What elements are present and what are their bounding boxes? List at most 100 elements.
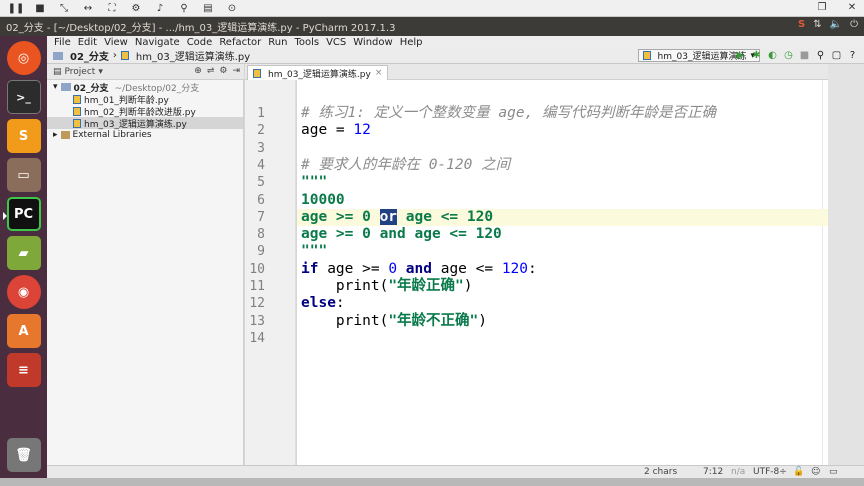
sublime-icon[interactable]: S: [6, 119, 41, 153]
chevron-down-icon[interactable]: ▾: [98, 67, 103, 77]
input-method-icon[interactable]: S: [798, 19, 805, 30]
code-line[interactable]: 10000: [297, 192, 828, 209]
code-line[interactable]: """: [297, 243, 828, 260]
code-line[interactable]: # 要求人的年龄在 0-120 之间: [297, 157, 828, 174]
network-icon[interactable]: ⇅: [813, 19, 821, 30]
code-line[interactable]: age = 12: [297, 122, 828, 139]
python-file-icon: [120, 51, 129, 60]
terminal-icon[interactable]: >_: [6, 80, 41, 114]
project-view-select[interactable]: Project: [65, 67, 96, 77]
pin-icon[interactable]: ⚲: [176, 2, 192, 15]
stop-icon[interactable]: ■: [32, 2, 48, 15]
settings-icon[interactable]: ⚙: [219, 66, 227, 76]
menu-run[interactable]: Run: [268, 37, 287, 48]
line-number: 14: [249, 330, 265, 346]
files-icon[interactable]: ▭: [6, 158, 41, 192]
inspector-icon[interactable]: ☺: [811, 467, 820, 477]
code-line[interactable]: print("年龄不正确"): [297, 313, 828, 330]
move-icon[interactable]: ↔: [80, 2, 96, 15]
mic-icon[interactable]: ♪: [152, 2, 168, 15]
chevron-right-icon[interactable]: ▸: [53, 130, 58, 140]
copy-icon[interactable]: ❐: [814, 1, 830, 14]
tree-file-selected[interactable]: hm_03_逻辑运算演练.py: [47, 117, 243, 130]
code-line[interactable]: # 练习1: 定义一个整数变量 age, 编写代码判断年龄是否正确: [297, 105, 828, 122]
help-icon[interactable]: ?: [847, 49, 858, 61]
code-line[interactable]: [297, 330, 828, 347]
code-line[interactable]: """: [297, 174, 828, 191]
editor-tab[interactable]: hm_03_逻辑运算演练.py ×: [247, 65, 389, 80]
code-token: :: [335, 295, 345, 312]
line-number: 10: [249, 261, 265, 277]
book-icon[interactable]: ▰: [6, 236, 41, 270]
menu-help[interactable]: Help: [400, 37, 423, 48]
status-caret-position[interactable]: 7:12: [703, 467, 723, 477]
ubuntu-logo-icon[interactable]: ◎: [6, 41, 41, 75]
menu-window[interactable]: Window: [353, 37, 392, 48]
power-icon[interactable]: ⏻: [850, 19, 858, 30]
coverage-icon[interactable]: ◐: [767, 49, 778, 61]
code-line[interactable]: age >= 0 and age <= 120: [297, 226, 828, 243]
volume-icon[interactable]: 🔈: [830, 19, 842, 30]
breadcrumb-file[interactable]: hm_03_逻辑运算演练.py: [136, 48, 250, 63]
text-editor-icon[interactable]: ≡: [6, 353, 41, 387]
line-number: 7: [257, 209, 265, 225]
lock-icon[interactable]: 🔓: [793, 467, 804, 477]
pycharm-icon[interactable]: PC: [2, 197, 41, 231]
tree-external-libraries[interactable]: ▸ External Libraries: [47, 129, 243, 141]
event-log-icon[interactable]: ▭: [829, 467, 838, 477]
breadcrumb: 02_分支 › hm_03_逻辑运算演练.py: [53, 48, 250, 63]
code-editor[interactable]: # 练习1: 定义一个整数变量 age, 编写代码判断年龄是否正确 age = 1…: [297, 80, 828, 465]
menu-tools[interactable]: Tools: [294, 37, 319, 48]
menu-view[interactable]: View: [104, 37, 128, 48]
code-line[interactable]: age >= 0 or age <= 120: [297, 208, 828, 226]
menu-vcs[interactable]: VCS: [326, 37, 346, 48]
sync-icon[interactable]: ⊕: [194, 66, 202, 76]
search-icon[interactable]: ⚲: [815, 49, 826, 61]
code-line[interactable]: [297, 140, 828, 157]
fullscreen-icon[interactable]: ⛶: [104, 2, 120, 15]
debug-icon[interactable]: ✱: [751, 49, 762, 61]
project-tree: ▾ 02_分支 ~/Desktop/02_分支 hm_01_判断年龄.py hm…: [47, 80, 244, 465]
python-file-icon: [253, 68, 261, 78]
code-line[interactable]: print("年龄正确"): [297, 278, 828, 295]
window-icon[interactable]: ▢: [831, 49, 842, 61]
tree-root[interactable]: ▾ 02_分支 ~/Desktop/02_分支: [47, 81, 243, 94]
chrome-icon[interactable]: ◉: [6, 275, 41, 309]
folder-icon: [60, 83, 71, 91]
code-token: age >= 0: [301, 208, 380, 225]
code-token: ): [463, 278, 473, 294]
resize-icon[interactable]: ⤡: [56, 2, 72, 15]
close-icon[interactable]: ✕: [844, 1, 860, 14]
profile-icon[interactable]: ◷: [783, 49, 794, 61]
collapse-icon[interactable]: ⇌: [207, 66, 215, 76]
tree-file[interactable]: hm_01_判断年龄.py: [47, 93, 243, 106]
hide-icon[interactable]: ⇥: [232, 66, 240, 76]
code-line[interactable]: else:: [297, 295, 828, 312]
python-file-icon: [642, 51, 651, 60]
code-token: 0: [388, 260, 398, 277]
stop-run-icon[interactable]: ■: [799, 49, 810, 61]
status-encoding[interactable]: UTF-8÷: [753, 467, 787, 477]
close-tab-icon[interactable]: ×: [375, 68, 383, 78]
breadcrumb-project[interactable]: 02_分支: [70, 48, 109, 63]
editor-scroll-strip[interactable]: [828, 64, 864, 465]
record-icon[interactable]: ⊙: [224, 2, 240, 15]
tree-file-label: hm_03_逻辑运算演练.py: [84, 119, 187, 130]
menu-refactor[interactable]: Refactor: [219, 37, 261, 48]
menu-edit[interactable]: Edit: [78, 37, 97, 48]
code-line[interactable]: if age >= 0 and age <= 120:: [297, 261, 828, 278]
menu-code[interactable]: Code: [187, 37, 213, 48]
menu-navigate[interactable]: Navigate: [135, 37, 180, 48]
tree-file[interactable]: hm_02_判断年龄改进版.py: [47, 105, 243, 118]
status-line-separator[interactable]: n/a: [731, 467, 745, 477]
run-icon[interactable]: ▶: [735, 49, 746, 61]
settings-icon[interactable]: ⚙: [128, 2, 144, 15]
launcher: ◎ >_ S ▭ PC ▰ ◉ A ≡ 🗑: [0, 36, 47, 478]
trash-icon[interactable]: 🗑: [6, 438, 41, 472]
save-icon[interactable]: ▤: [200, 2, 216, 15]
code-token: age <=: [431, 260, 502, 277]
software-center-icon[interactable]: A: [6, 314, 41, 348]
chevron-down-icon[interactable]: ▾: [53, 82, 58, 92]
menu-file[interactable]: File: [54, 37, 71, 48]
pause-icon[interactable]: ❚❚: [8, 2, 25, 15]
